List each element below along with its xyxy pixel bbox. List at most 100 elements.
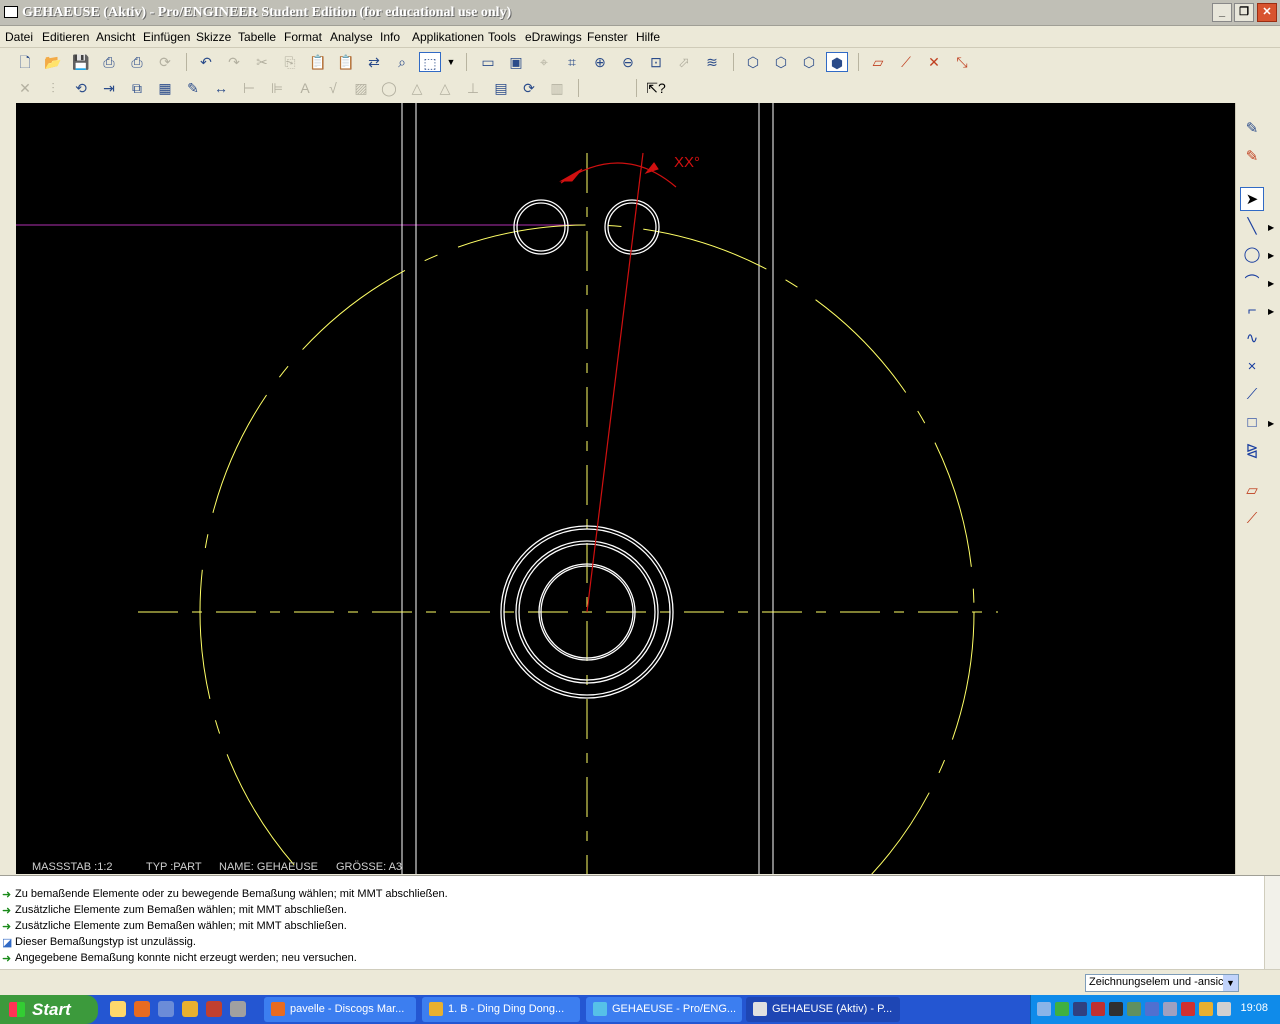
balloon-icon[interactable]: ◯ (378, 78, 400, 98)
rectangle-tool-icon[interactable]: □ (1240, 411, 1264, 435)
pan-icon[interactable]: ⬀ (673, 52, 695, 72)
menu-format[interactable]: Format (284, 30, 322, 44)
open-folder-icon[interactable]: 📂 (42, 52, 64, 72)
arc-tool-icon[interactable]: ⌒ (1240, 271, 1264, 295)
paste-icon[interactable]: 📋 (307, 52, 329, 72)
menu-edrawings[interactable]: eDrawings (525, 30, 582, 44)
quicklaunch-outlook-icon[interactable] (158, 1001, 174, 1017)
menu-einfuegen[interactable]: Einfügen (143, 30, 190, 44)
angle-dimension-label[interactable]: XX° (674, 154, 700, 171)
hidden-line-icon[interactable]: ⬡ (770, 52, 792, 72)
tray-icon[interactable] (1163, 1002, 1177, 1016)
dimension-icon[interactable]: ↔ (210, 78, 232, 98)
line-tool-icon[interactable]: ╲ (1240, 215, 1264, 239)
datum-points-icon[interactable]: ✕ (923, 52, 945, 72)
tray-icon[interactable] (1217, 1002, 1231, 1016)
move-icon[interactable]: ⇄ (363, 52, 385, 72)
bolt-hole-circle-outer[interactable] (513, 199, 569, 255)
gtol-icon[interactable]: ⊥ (462, 78, 484, 98)
mirror-tool-icon[interactable]: ⧎ (1240, 439, 1264, 463)
menu-tabelle[interactable]: Tabelle (238, 30, 276, 44)
ordinate-dimension-icon[interactable]: ⊫ (266, 78, 288, 98)
quicklaunch-tool-icon[interactable] (230, 1001, 246, 1017)
menu-info[interactable]: Info (380, 30, 400, 44)
task-button[interactable]: pavelle - Discogs Mar... (264, 997, 416, 1022)
task-button-active[interactable]: GEHAEUSE (Aktiv) - P... (746, 997, 900, 1022)
fillet-tool-icon[interactable]: ⌐ (1240, 299, 1264, 323)
tray-icon[interactable] (1127, 1002, 1141, 1016)
tray-network-icon[interactable] (1145, 1002, 1159, 1016)
point-tool-icon[interactable]: × (1240, 355, 1264, 379)
dimension-tool-icon[interactable]: ✎ (1240, 117, 1264, 141)
surface-finish-icon[interactable]: √ (322, 78, 344, 98)
quicklaunch-ie-icon[interactable] (110, 1001, 126, 1017)
close-button[interactable]: ✕ (1257, 3, 1277, 22)
shading-icon[interactable]: ⬢ (826, 52, 848, 72)
chevron-right-icon[interactable]: ▶ (1268, 419, 1276, 428)
zoom-out-icon[interactable]: ⊖ (617, 52, 639, 72)
tray-icon[interactable] (1037, 1002, 1051, 1016)
snap-icon[interactable]: ⌖ (533, 52, 555, 72)
delete-icon[interactable]: ✕ (14, 78, 36, 98)
selection-box-icon[interactable]: ⬚ (419, 52, 441, 72)
start-button[interactable]: Start (0, 995, 98, 1024)
datum-plane-tool-icon[interactable]: ▱ (1240, 479, 1264, 503)
minimize-button[interactable]: _ (1212, 3, 1232, 22)
quicklaunch-firefox-icon[interactable] (134, 1001, 150, 1017)
menu-skizze[interactable]: Skizze (196, 30, 231, 44)
task-button[interactable]: 1. B - Ding Ding Dong... (422, 997, 580, 1022)
show-annotations-icon[interactable]: ✎ (182, 78, 204, 98)
menu-applikationen[interactable]: Applikationen (412, 30, 484, 44)
table-repeat-icon[interactable]: ⟳ (518, 78, 540, 98)
datum-axis-tool-icon[interactable]: ⟋ (1240, 507, 1264, 531)
wireframe-icon[interactable]: ⬡ (742, 52, 764, 72)
tray-gmx-sms-icon[interactable] (1073, 1002, 1087, 1016)
chevron-right-icon[interactable]: ▶ (1268, 223, 1276, 232)
drawing-options-icon[interactable]: ▣ (505, 52, 527, 72)
menu-fenster[interactable]: Fenster (587, 30, 628, 44)
selection-filter-select[interactable]: Zeichnungselem und -ansic ▼ (1085, 974, 1239, 992)
quicklaunch-app-icon[interactable] (206, 1001, 222, 1017)
tray-antivirus-icon[interactable] (1181, 1002, 1195, 1016)
datum-target-icon[interactable]: △ (434, 78, 456, 98)
offset-tool-icon[interactable]: ⟋ (1240, 383, 1264, 407)
refit-icon[interactable]: ⌗ (561, 52, 583, 72)
menu-ansicht[interactable]: Ansicht (96, 30, 135, 44)
note-icon[interactable]: A (294, 78, 316, 98)
align-icon[interactable]: ⫶ (42, 78, 64, 98)
tray-icon[interactable] (1055, 1002, 1069, 1016)
sheet-setup-icon[interactable]: ▭ (477, 52, 499, 72)
print-preview-icon[interactable]: ⎙ (126, 52, 148, 72)
menu-hilfe[interactable]: Hilfe (636, 30, 660, 44)
symbol-icon[interactable]: △ (406, 78, 428, 98)
cut-icon[interactable]: ✂ (251, 52, 273, 72)
chevron-right-icon[interactable]: ▶ (1268, 279, 1276, 288)
new-file-icon[interactable]: 🗋 (14, 52, 36, 72)
angle-dimension-leader[interactable] (586, 152, 644, 613)
insert-view-icon[interactable]: ⇥ (98, 78, 120, 98)
quicklaunch-proe-icon[interactable] (182, 1001, 198, 1017)
constraint-tool-icon[interactable]: ✎ (1240, 145, 1264, 169)
move-view-icon[interactable]: ⧉ (126, 78, 148, 98)
update-icon[interactable]: ⟲ (70, 78, 92, 98)
grid-icon[interactable]: ▦ (154, 78, 176, 98)
menu-datei[interactable]: Datei (5, 30, 33, 44)
datum-axes-icon[interactable]: ⟋ (895, 52, 917, 72)
find-icon[interactable]: ⌕ (391, 52, 413, 72)
layers-icon[interactable]: ≋ (701, 52, 723, 72)
context-help-icon[interactable]: ⇱? (645, 78, 667, 98)
menu-analyse[interactable]: Analyse (330, 30, 373, 44)
task-button[interactable]: GEHAEUSE - Pro/ENG... (586, 997, 742, 1022)
spline-tool-icon[interactable]: ∿ (1240, 327, 1264, 351)
table-icon[interactable]: ▤ (490, 78, 512, 98)
datum-planes-icon[interactable]: ▱ (867, 52, 889, 72)
ref-dimension-icon[interactable]: ⊢ (238, 78, 260, 98)
chevron-down-icon[interactable]: ▼ (445, 52, 457, 72)
tray-icon[interactable] (1091, 1002, 1105, 1016)
dimension-arrowhead[interactable] (644, 162, 659, 175)
copy-icon[interactable]: ⎘ (279, 52, 301, 72)
chevron-right-icon[interactable]: ▶ (1268, 307, 1276, 316)
chevron-down-icon[interactable]: ▼ (1223, 975, 1238, 991)
maximize-button[interactable]: ❐ (1234, 3, 1254, 22)
regenerate-icon[interactable]: ⟳ (154, 52, 176, 72)
